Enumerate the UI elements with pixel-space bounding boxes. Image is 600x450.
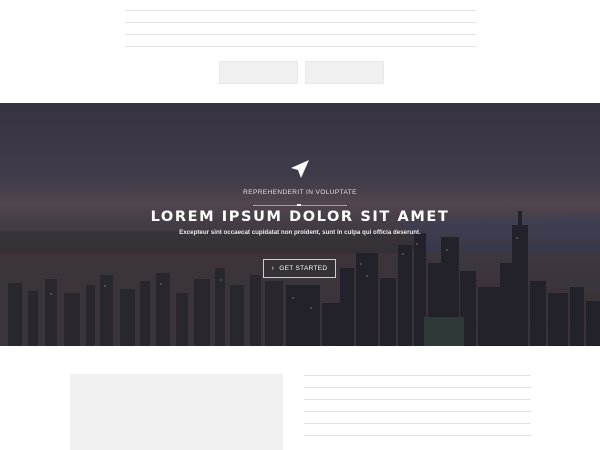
paper-plane-icon (291, 160, 309, 178)
get-started-button[interactable]: › GET STARTED (263, 259, 336, 278)
hero-subtitle: Excepteur sint occaecat cupidatat non pr… (179, 229, 421, 236)
bottom-placeholder-lines (304, 375, 531, 447)
placeholder-line (304, 423, 531, 424)
placeholder-line (304, 387, 531, 388)
placeholder-line (125, 34, 476, 35)
placeholder-button-1[interactable] (219, 61, 298, 84)
image-placeholder (70, 374, 283, 450)
placeholder-line (304, 375, 531, 376)
hero-section: REPREHENDERIT IN VOLUPTATE LOREM IPSUM D… (0, 103, 600, 346)
placeholder-line (304, 411, 531, 412)
top-button-group (219, 61, 384, 84)
hero-divider-accent (297, 204, 301, 206)
top-placeholder-lines (125, 10, 476, 58)
get-started-label: GET STARTED (279, 265, 328, 272)
chevron-right-icon: › (271, 265, 275, 272)
hero-eyebrow: REPREHENDERIT IN VOLUPTATE (243, 189, 357, 196)
placeholder-line (125, 46, 476, 47)
placeholder-line (304, 399, 531, 400)
placeholder-line (125, 10, 476, 11)
placeholder-line (125, 22, 476, 23)
hero-content: REPREHENDERIT IN VOLUPTATE LOREM IPSUM D… (0, 103, 600, 346)
hero-title: LOREM IPSUM DOLOR SIT AMET (150, 209, 450, 225)
placeholder-line (304, 435, 531, 436)
placeholder-button-2[interactable] (305, 61, 384, 84)
